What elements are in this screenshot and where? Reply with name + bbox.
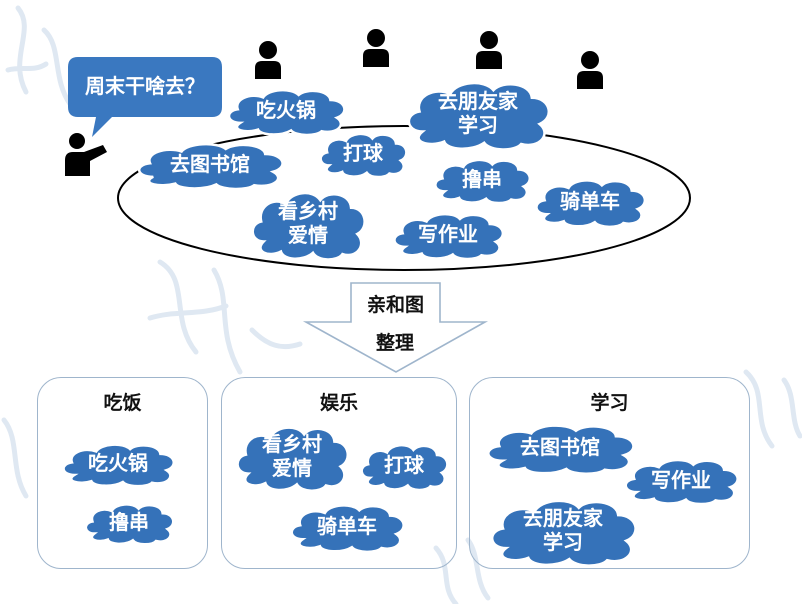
person-icon	[255, 41, 281, 79]
group-item-cloud: 撸串	[79, 499, 179, 547]
group-item-label: 吃火锅	[88, 453, 148, 475]
group-box-study: 学习 去图书馆 写作业 去朋友家 学习	[469, 377, 750, 569]
watermark-stroke	[1, 417, 29, 499]
group-item-label: 去朋友家 学习	[523, 508, 603, 554]
idea-cloud-homework: 写作业	[386, 208, 510, 262]
group-item-label: 打球	[384, 455, 424, 477]
group-item-label: 骑单车	[317, 516, 377, 538]
group-item-label: 去图书馆	[520, 437, 600, 459]
idea-label: 打球	[343, 143, 383, 165]
idea-label: 吃火锅	[256, 100, 316, 122]
group-item-label: 看乡村 爱情	[262, 434, 322, 480]
watermark-stroke	[5, 5, 73, 107]
idea-label: 写作业	[418, 224, 478, 246]
group-item-cloud: 看乡村 爱情	[229, 419, 355, 495]
group-title: 娱乐	[319, 393, 358, 414]
idea-label: 骑单车	[560, 191, 620, 213]
affinity-diagram: 周末干啥去？ 吃火锅 去朋友家 学习 去图书馆 打球 撸串 骑单车 看乡村 爱情…	[0, 0, 802, 604]
idea-label: 去图书馆	[170, 154, 250, 176]
idea-label: 撸串	[462, 169, 502, 191]
group-item-cloud: 打球	[355, 439, 453, 493]
person-icon	[476, 31, 502, 69]
arrow-label-line2: 整理	[375, 333, 414, 354]
person-icon	[363, 29, 389, 67]
group-item-cloud: 去朋友家 学习	[481, 492, 645, 570]
idea-cloud-ball: 打球	[314, 128, 412, 180]
group-item-label: 写作业	[651, 469, 711, 492]
group-box-eat: 吃饭 吃火锅 撸串	[37, 377, 208, 569]
question-text: 周末干啥去？	[85, 76, 205, 98]
idea-cloud-friend-study: 去朋友家 学习	[398, 74, 558, 154]
idea-cloud-skewer: 撸串	[428, 154, 536, 206]
group-item-cloud: 吃火锅	[55, 439, 181, 489]
group-title: 学习	[590, 393, 629, 414]
group-item-label: 撸串	[109, 512, 149, 534]
idea-cloud-bike: 骑单车	[528, 174, 652, 230]
idea-cloud-village-love: 看乡村 爱情	[244, 184, 372, 264]
person-icon	[577, 51, 603, 89]
group-box-fun: 娱乐 看乡村 爱情 打球 骑单车	[221, 377, 457, 569]
group-item-cloud: 骑单车	[283, 499, 411, 555]
presenter-icon	[65, 133, 107, 176]
group-title: 吃饭	[103, 393, 142, 414]
arrow-label-line1: 亲和图	[366, 295, 424, 316]
idea-label: 去朋友家 学习	[438, 91, 518, 137]
idea-label: 看乡村 爱情	[278, 201, 338, 247]
watermark-stroke	[743, 369, 802, 449]
watermark-stroke	[147, 259, 303, 375]
